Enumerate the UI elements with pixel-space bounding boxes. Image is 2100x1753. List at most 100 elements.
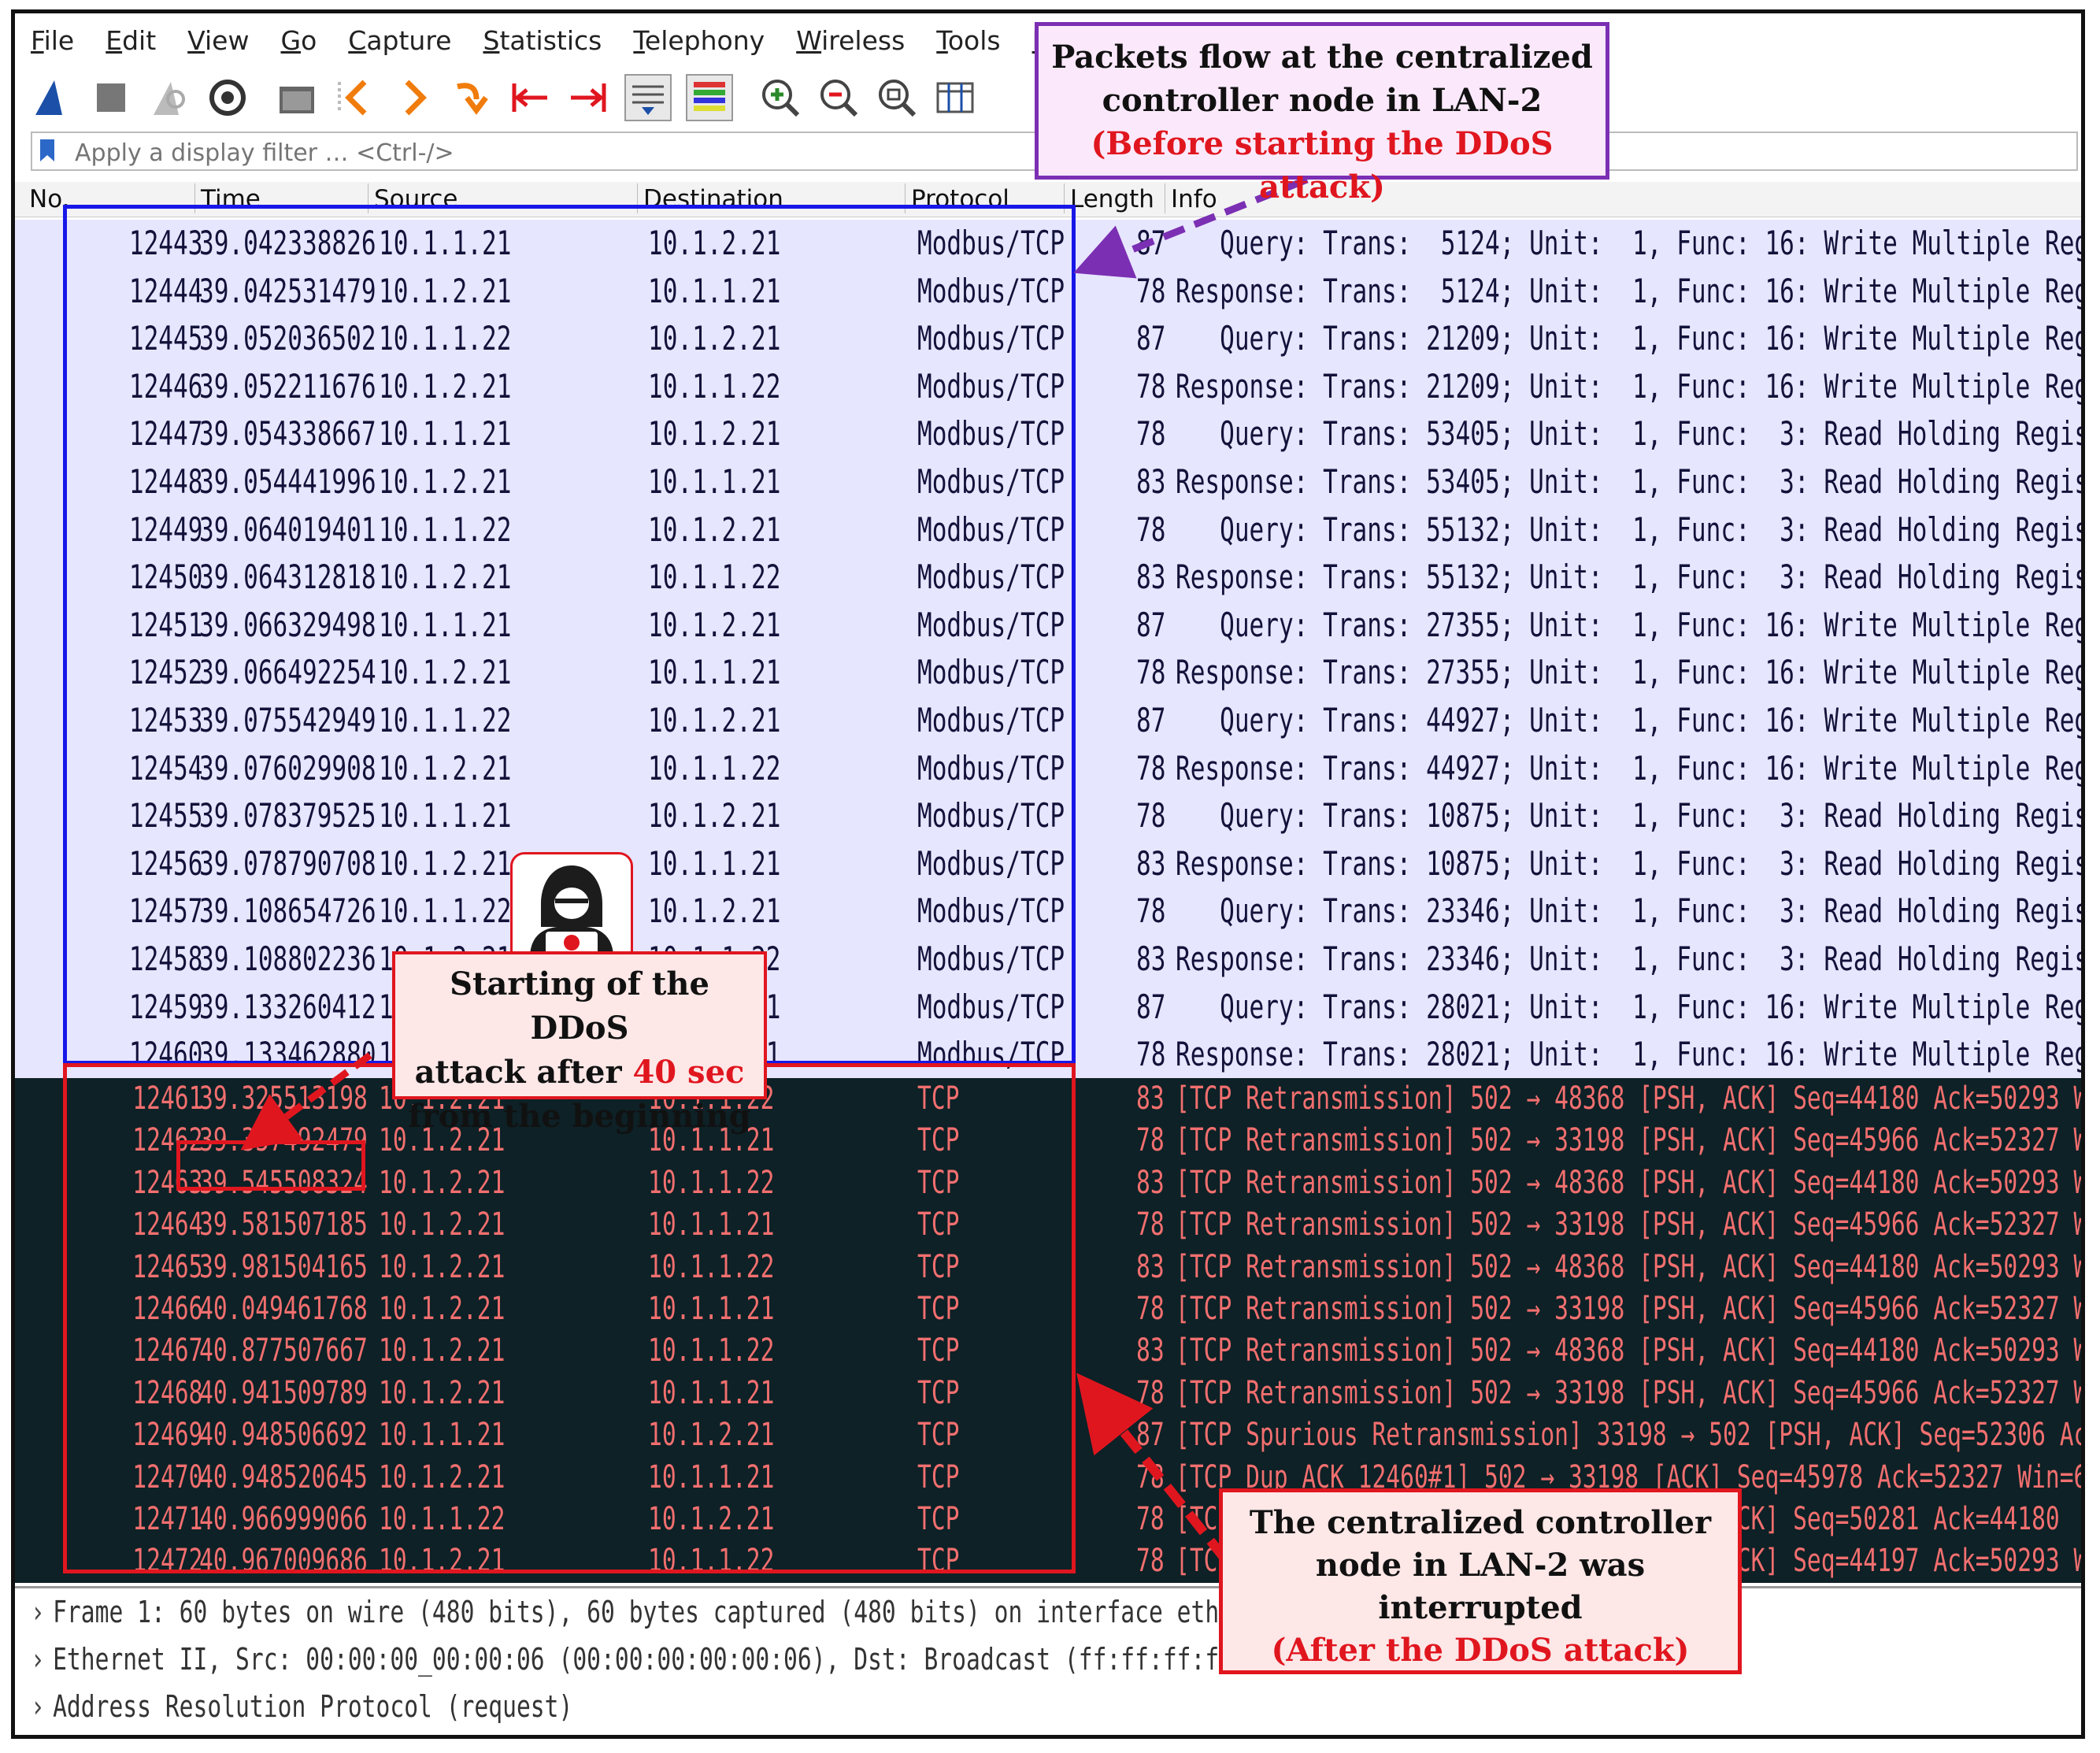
zoom-normal-icon[interactable]: [875, 76, 919, 120]
go-first-packet-icon[interactable]: [333, 76, 377, 120]
menu-view[interactable]: View: [187, 21, 249, 61]
packet-len: 78: [1136, 510, 1166, 549]
go-back-icon[interactable]: [391, 76, 435, 120]
packet-len: 78: [1136, 1501, 1165, 1537]
packet-info: Query: Trans: 44927; Unit: 1, Func: 16: …: [1176, 701, 2085, 739]
packet-len: 78: [1136, 1543, 1165, 1580]
attack-start-time-highlight: [176, 1140, 365, 1191]
packet-len: 83: [1136, 462, 1166, 501]
menu-telephony[interactable]: Telephony: [633, 21, 765, 61]
packet-info: [TCP Spurious Retransmission] 33198 → 50…: [1176, 1417, 2085, 1454]
annotation-line: Starting of the DDoS: [450, 965, 709, 1047]
detail-tree-item[interactable]: › Address Resolution Protocol (request): [31, 1689, 572, 1724]
packet-len: 78: [1136, 1122, 1165, 1159]
stop-capture-icon[interactable]: [89, 76, 133, 120]
zoom-in-icon[interactable]: [758, 76, 802, 120]
packet-info: Query: Trans: 27355; Unit: 1, Func: 16: …: [1176, 605, 2085, 644]
expand-arrow-icon[interactable]: ›: [31, 1595, 53, 1629]
packet-len: 78: [1136, 1035, 1166, 1074]
packet-len: 87: [1136, 605, 1166, 644]
packet-len: 87: [1136, 319, 1166, 358]
packet-info: Response: Trans: 53405; Unit: 1, Func: 3…: [1176, 462, 2085, 501]
packet-len: 78: [1136, 1374, 1165, 1411]
packet-len: 78: [1136, 414, 1166, 454]
packet-len: 87: [1136, 987, 1166, 1026]
packet-len: 78: [1136, 1291, 1165, 1327]
menu-file[interactable]: File: [31, 21, 74, 61]
annotation-line: The centralized controller: [1249, 1504, 1712, 1541]
bookmark-icon[interactable]: [39, 139, 56, 161]
resize-columns-icon[interactable]: [933, 76, 977, 120]
menu-tools[interactable]: Tools: [936, 21, 1000, 61]
packet-len: 78: [1136, 891, 1166, 931]
packet-len: 83: [1136, 558, 1166, 597]
packet-info: Response: Trans: 10875; Unit: 1, Func: 3…: [1176, 843, 2085, 883]
open-folder-icon[interactable]: [275, 76, 319, 120]
display-filter-input[interactable]: [73, 138, 864, 168]
packet-len: 87: [1136, 1417, 1165, 1454]
packet-len: 78: [1136, 1458, 1165, 1495]
annotation-line: from the beginning: [408, 1098, 751, 1135]
packet-info: [TCP Retransmission] 502 → 48368 [PSH, A…: [1176, 1080, 2085, 1117]
annotation-line: controller node in LAN-2: [1102, 82, 1543, 119]
last-packet-icon[interactable]: [566, 76, 610, 120]
packet-info: [TCP Retransmission] 502 → 33198 [PSH, A…: [1176, 1374, 2085, 1411]
capture-options-gear-icon[interactable]: [206, 76, 250, 120]
shark-fin-start-icon[interactable]: [31, 76, 75, 120]
menu-capture[interactable]: Capture: [348, 21, 451, 61]
packet-len: 83: [1136, 1248, 1165, 1285]
after-attack-annotation: The centralized controller node in LAN-2…: [1219, 1488, 1742, 1674]
packet-info: [TCP Retransmission] 502 → 33198 [PSH, A…: [1176, 1122, 2085, 1159]
detail-text: Ethernet II, Src: 00:00:00_00:00:06 (00:…: [53, 1642, 1331, 1677]
packet-info: Response: Trans: 44927; Unit: 1, Func: 1…: [1176, 748, 2085, 788]
annotation-time: 40 sec: [632, 1054, 745, 1091]
packet-info: [TCP Retransmission] 502 → 48368 [PSH, A…: [1176, 1164, 2085, 1201]
packet-info: Query: Trans: 23346; Unit: 1, Func: 3: R…: [1176, 891, 2085, 931]
packet-len: 87: [1136, 701, 1166, 739]
auto-scroll-icon[interactable]: [624, 74, 672, 121]
detail-tree-item[interactable]: › Ethernet II, Src: 00:00:00_00:00:06 (00…: [31, 1642, 1331, 1677]
packet-info: Query: Trans: 5124; Unit: 1, Func: 16: W…: [1176, 224, 2085, 262]
menu-statistics[interactable]: Statistics: [483, 21, 602, 61]
packet-info: Response: Trans: 5124; Unit: 1, Func: 16…: [1176, 271, 2085, 310]
annotation-text: attack after: [414, 1054, 633, 1091]
annotation-line: attack after 40 sec: [395, 1051, 764, 1095]
annotation-line: node in LAN-2 was: [1315, 1547, 1646, 1584]
first-packet-icon[interactable]: [508, 76, 552, 120]
expand-arrow-icon[interactable]: ›: [31, 1689, 53, 1724]
packet-info: Query: Trans: 10875; Unit: 1, Func: 3: R…: [1176, 796, 2085, 836]
go-to-packet-icon[interactable]: [450, 76, 494, 120]
packet-info: [TCP Retransmission] 502 → 48368 [PSH, A…: [1176, 1248, 2085, 1285]
packet-len: 87: [1136, 224, 1166, 262]
packet-len: 83: [1136, 940, 1166, 978]
annotation-line: (Before starting the DDoS attack): [1091, 125, 1554, 206]
packet-info: Response: Trans: 55132; Unit: 1, Func: 3…: [1176, 558, 2085, 597]
packet-info: [TCP Retransmission] 502 → 33198 [PSH, A…: [1176, 1291, 2085, 1327]
packet-info: [TCP Retransmission] 502 → 33198 [PSH, A…: [1176, 1206, 2085, 1243]
packet-info: Response: Trans: 28021; Unit: 1, Func: 1…: [1176, 1035, 2085, 1074]
packet-len: 78: [1136, 1206, 1165, 1243]
packet-info: Query: Trans: 53405; Unit: 1, Func: 3: R…: [1176, 414, 2085, 454]
menu-bar: File Edit View Go Capture Statistics Telephony…: [31, 21, 1123, 61]
packet-details-pane[interactable]: › Frame 1: 60 bytes on wire (480 bits), 6…: [15, 1586, 2081, 1735]
colorize-icon[interactable]: [686, 74, 733, 121]
menu-edit[interactable]: Edit: [106, 21, 156, 61]
menu-go[interactable]: Go: [280, 21, 317, 61]
toolbar: [31, 70, 991, 125]
packet-info: Query: Trans: 28021; Unit: 1, Func: 16: …: [1176, 987, 2085, 1026]
annotation-line: interrupted: [1378, 1589, 1583, 1626]
expand-arrow-icon[interactable]: ›: [31, 1642, 53, 1677]
packet-len: 78: [1136, 271, 1166, 310]
packet-len: 78: [1136, 366, 1166, 406]
packet-info: [TCP Retransmission] 502 → 48368 [PSH, A…: [1176, 1332, 2085, 1369]
zoom-out-icon[interactable]: [817, 76, 861, 120]
packet-len: 83: [1136, 1080, 1165, 1117]
annotation-line: (After the DDoS attack): [1271, 1632, 1690, 1669]
packet-len: 78: [1136, 748, 1166, 788]
packet-info: Query: Trans: 21209; Unit: 1, Func: 16: …: [1176, 319, 2085, 358]
detail-tree-item[interactable]: › Frame 1: 60 bytes on wire (480 bits), 6…: [31, 1595, 1317, 1629]
packet-len: 78: [1136, 653, 1166, 692]
menu-wireless[interactable]: Wireless: [796, 21, 905, 61]
restart-capture-icon[interactable]: [147, 76, 191, 120]
packet-info: Response: Trans: 23346; Unit: 1, Func: 3…: [1176, 940, 2085, 978]
